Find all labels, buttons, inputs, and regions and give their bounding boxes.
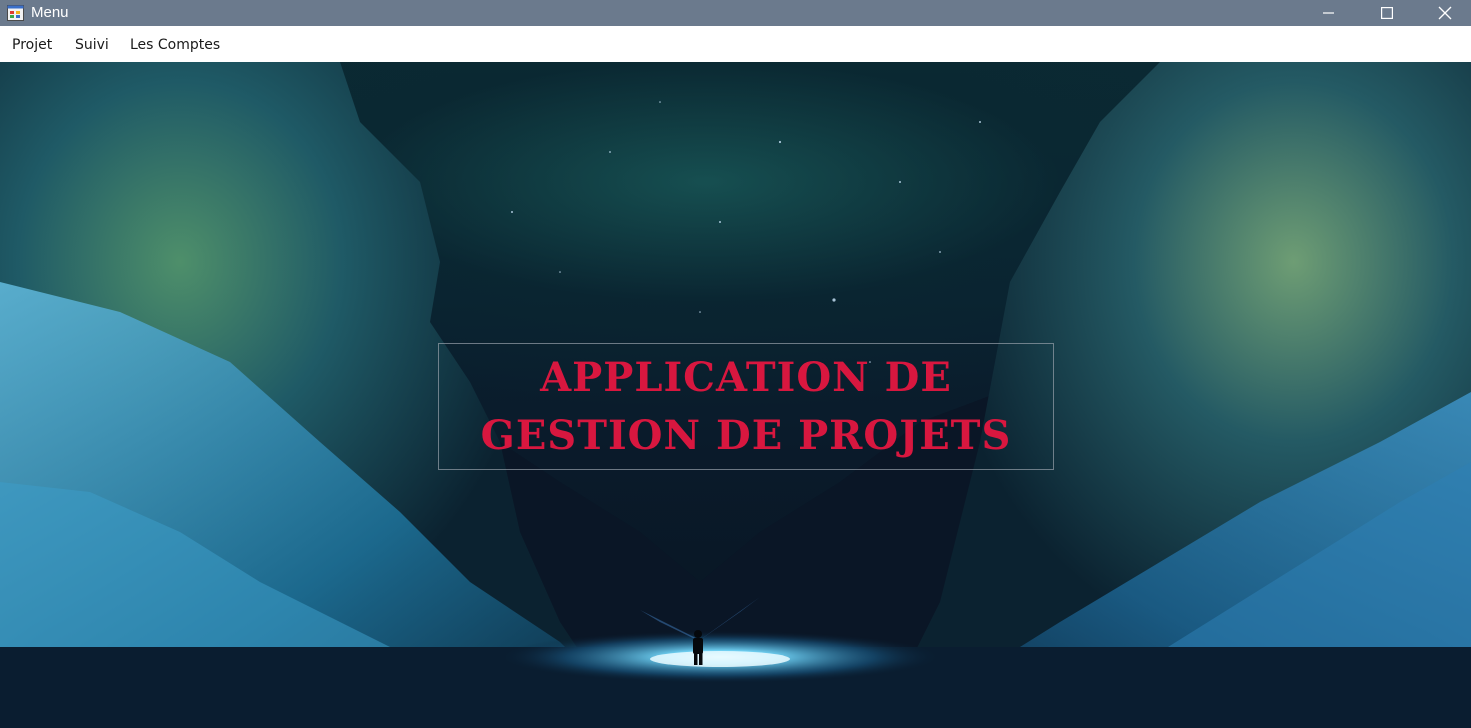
app-title-line-2: GESTION DE PROJETS bbox=[480, 411, 1012, 459]
close-button[interactable] bbox=[1416, 0, 1471, 26]
close-icon bbox=[1438, 6, 1452, 20]
window-title-bar[interactable]: Menu bbox=[0, 0, 1471, 26]
window-title: Menu bbox=[31, 4, 69, 21]
menu-bar: Projet Suivi Les Comptes bbox=[0, 26, 1471, 63]
menu-item-les-comptes[interactable]: Les Comptes bbox=[130, 37, 220, 53]
minimize-button[interactable] bbox=[1300, 0, 1358, 26]
maximize-button[interactable] bbox=[1358, 0, 1416, 26]
menu-item-projet[interactable]: Projet bbox=[12, 37, 52, 53]
minimize-icon bbox=[1323, 12, 1334, 14]
app-title-line-1: APPLICATION DE bbox=[540, 353, 952, 401]
menu-item-suivi[interactable]: Suivi bbox=[75, 37, 109, 53]
maximize-icon bbox=[1381, 7, 1393, 19]
app-title-box: APPLICATION DE GESTION DE PROJETS bbox=[438, 343, 1054, 470]
background-image: APPLICATION DE GESTION DE PROJETS bbox=[0, 62, 1471, 728]
app-form-icon bbox=[7, 5, 24, 21]
